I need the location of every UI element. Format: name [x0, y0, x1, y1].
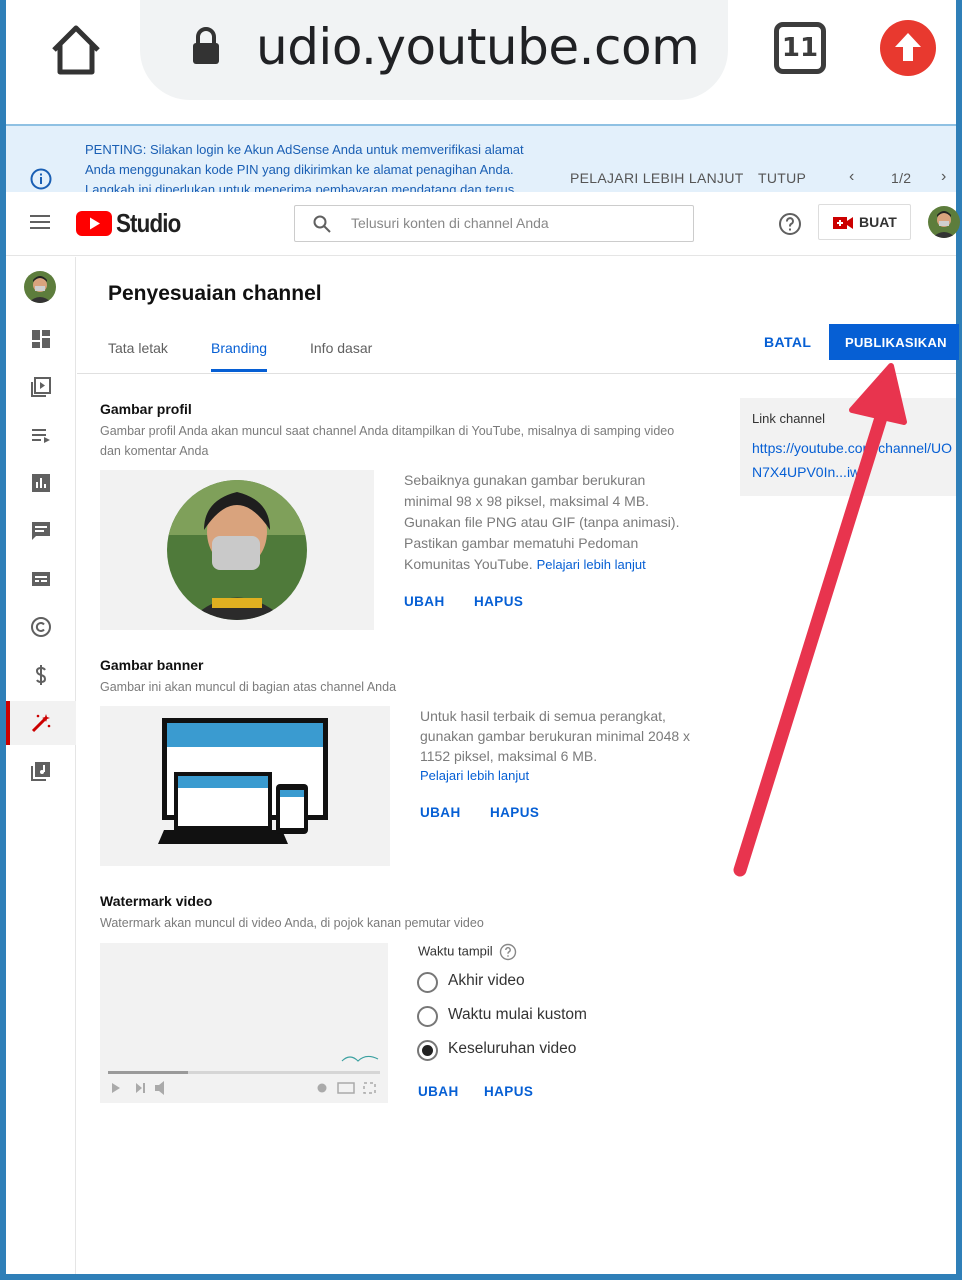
- notice-text: PENTING: Silakan login ke Akun AdSense A…: [85, 142, 524, 192]
- search-icon: [313, 215, 331, 233]
- profile-photo: [167, 480, 307, 620]
- channel-link-card: Link channel https://youtube.com/channel…: [740, 398, 956, 496]
- profile-picture-remove-button[interactable]: HAPUS: [474, 594, 523, 609]
- display-time-label: Waktu tampil: [418, 943, 517, 961]
- notice-learn-more-link[interactable]: PELAJARI LEBIH LANJUT: [570, 170, 744, 186]
- cancel-button[interactable]: BATAL: [764, 334, 811, 350]
- watermark-title: Watermark video: [100, 893, 213, 909]
- address-bar[interactable]: udio.youtube.com: [140, 0, 728, 100]
- video-player-mockup: [108, 1055, 380, 1095]
- video-library-icon: [31, 377, 51, 397]
- sidebar-item-monetization[interactable]: [6, 653, 76, 697]
- tabs-divider: [77, 373, 956, 374]
- banner-title: Gambar banner: [100, 657, 204, 673]
- tab-switcher-button[interactable]: 11: [774, 22, 826, 74]
- browser-toolbar: udio.youtube.com 11: [6, 0, 956, 124]
- notice-close-button[interactable]: TUTUP: [758, 170, 806, 186]
- home-icon[interactable]: [46, 20, 106, 80]
- help-icon[interactable]: [778, 212, 802, 236]
- notice-page-indicator: 1/2: [891, 170, 912, 186]
- channel-avatar[interactable]: [24, 271, 56, 303]
- profile-picture-learn-more-link[interactable]: Pelajari lebih lanjut: [537, 557, 646, 572]
- help-icon[interactable]: [499, 943, 517, 961]
- sidebar-item-audio-library[interactable]: [6, 749, 76, 793]
- youtube-logo-icon[interactable]: [76, 211, 112, 236]
- upload-icon[interactable]: [880, 20, 936, 76]
- dashboard-icon: [32, 330, 50, 348]
- chevron-left-icon[interactable]: ‹: [849, 168, 854, 186]
- channel-link-url[interactable]: https://youtube.com/channel/UON7X4UPV0In…: [752, 436, 962, 484]
- lock-icon: [193, 27, 219, 64]
- create-button[interactable]: BUAT: [818, 204, 911, 240]
- sidebar-item-dashboard[interactable]: [6, 317, 76, 361]
- studio-header: Studio Telusuri konten di channel Anda B…: [6, 192, 960, 256]
- banner-learn-more-link[interactable]: Pelajari lebih lanjut: [420, 766, 720, 786]
- page-title: Penyesuaian channel: [108, 282, 322, 305]
- banner-remove-button[interactable]: HAPUS: [490, 805, 539, 820]
- account-avatar[interactable]: [928, 206, 960, 238]
- profile-picture-info: Sebaiknya gunakan gambar berukuran minim…: [404, 472, 680, 572]
- radio-button[interactable]: [417, 972, 438, 993]
- watermark-description: Watermark akan muncul di video Anda, di …: [100, 916, 484, 930]
- adsense-notice: PENTING: Silakan login ke Akun AdSense A…: [6, 124, 956, 192]
- studio-logo-text: Studio: [116, 208, 181, 238]
- magic-wand-icon: [31, 714, 51, 733]
- watermark-preview: [100, 943, 388, 1103]
- radio-button-selected[interactable]: [417, 1040, 438, 1061]
- sidebar-item-content[interactable]: [6, 365, 76, 409]
- radio-button[interactable]: [417, 1006, 438, 1027]
- video-camera-icon: [833, 217, 853, 229]
- hamburger-menu-icon[interactable]: [30, 214, 50, 230]
- create-label: BUAT: [859, 214, 897, 230]
- copyright-icon: [31, 617, 51, 637]
- sidebar-item-copyright[interactable]: [6, 605, 76, 649]
- dollar-icon: [35, 665, 47, 685]
- sidebar-item-playlists[interactable]: [6, 413, 76, 457]
- url-text: udio.youtube.com: [256, 18, 700, 76]
- sidebar-item-customization[interactable]: [6, 701, 76, 745]
- audio-library-icon: [31, 762, 50, 781]
- sidebar-item-analytics[interactable]: [6, 461, 76, 505]
- banner-info: Untuk hasil terbaik di semua perangkat, …: [420, 706, 720, 786]
- search-box[interactable]: Telusuri konten di channel Anda: [294, 205, 694, 242]
- watermark-remove-button[interactable]: HAPUS: [484, 1084, 533, 1099]
- studio-sidebar: [6, 257, 76, 1274]
- subtitles-icon: [32, 572, 50, 586]
- analytics-icon: [32, 474, 50, 492]
- info-icon: [30, 168, 52, 190]
- playlist-icon: [32, 429, 50, 443]
- banner-preview: [100, 706, 390, 866]
- tab-basic-info[interactable]: Info dasar: [310, 340, 372, 356]
- active-tab-indicator: [211, 369, 267, 372]
- watermark-change-button[interactable]: UBAH: [418, 1084, 459, 1099]
- sidebar-item-subtitles[interactable]: [6, 557, 76, 601]
- device-mockup-illustration: [158, 718, 328, 844]
- sidebar-item-comments[interactable]: [6, 509, 76, 553]
- comments-icon: [32, 522, 50, 540]
- search-input[interactable]: Telusuri konten di channel Anda: [351, 215, 549, 231]
- tab-layout[interactable]: Tata letak: [108, 340, 168, 356]
- profile-picture-description: Gambar profil Anda akan muncul saat chan…: [100, 424, 675, 458]
- banner-change-button[interactable]: UBAH: [420, 805, 461, 820]
- banner-description: Gambar ini akan muncul di bagian atas ch…: [100, 680, 397, 694]
- profile-picture-change-button[interactable]: UBAH: [404, 594, 445, 609]
- tab-branding[interactable]: Branding: [211, 340, 267, 356]
- channel-link-label: Link channel: [752, 411, 825, 426]
- profile-picture-preview: [100, 470, 374, 630]
- publish-button[interactable]: PUBLIKASIKAN: [829, 324, 959, 360]
- profile-picture-title: Gambar profil: [100, 401, 192, 417]
- chevron-right-icon[interactable]: ›: [941, 168, 946, 186]
